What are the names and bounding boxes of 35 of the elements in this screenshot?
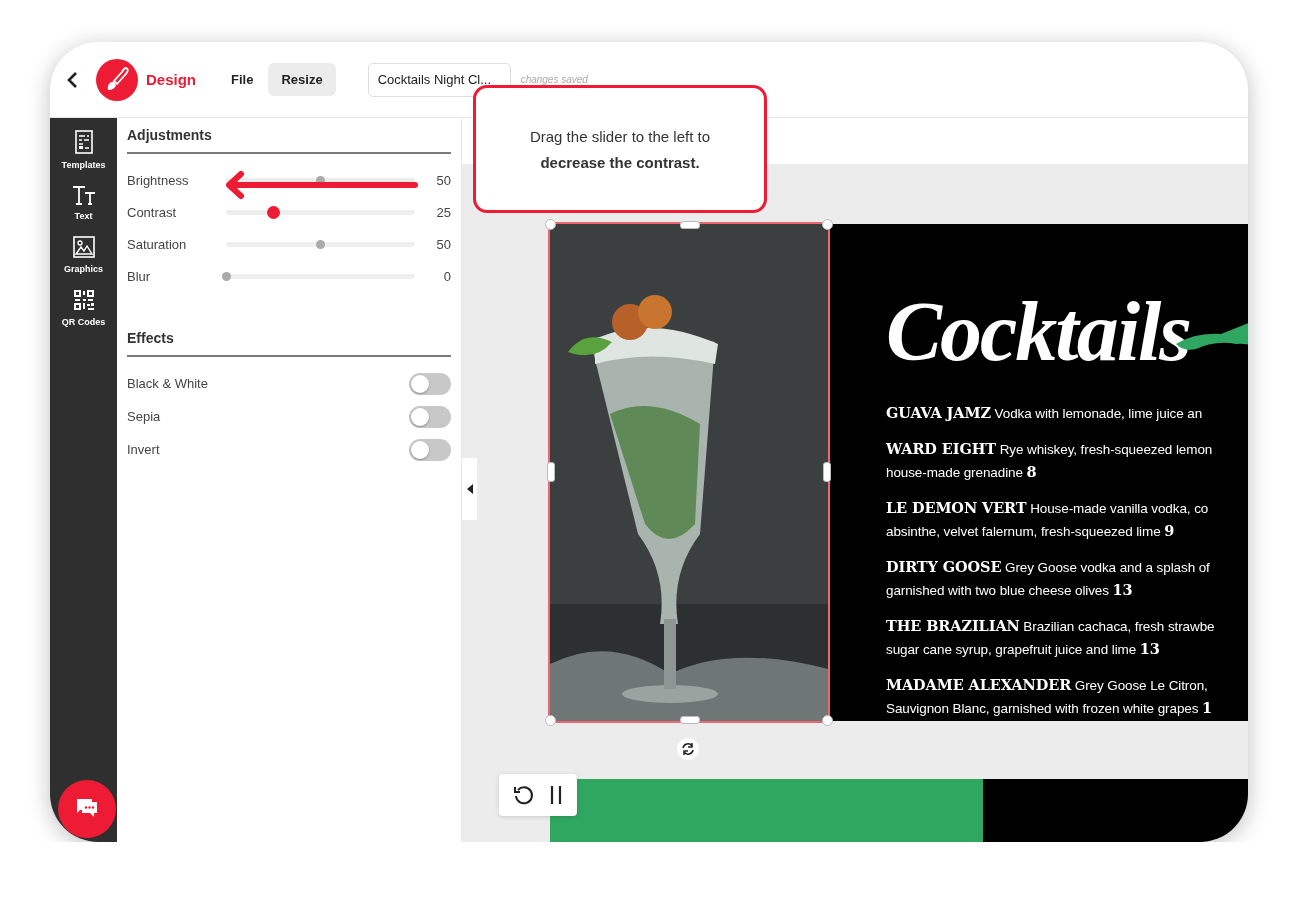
menu-item-text: WARD EIGHT Rye whiskey, fresh-squeezed lemon	[886, 439, 1214, 459]
toggle-label: Sepia	[127, 409, 162, 424]
slider-label: Brightness	[127, 172, 190, 188]
menu-item-text: garnished with two blue cheese olives 13	[886, 580, 1134, 600]
slider-value: 25	[435, 204, 451, 220]
menu-item-text: MADAME ALEXANDER Grey Goose Le Citron,	[886, 675, 1209, 695]
menu-button[interactable]: File	[218, 63, 267, 96]
menu-title: Cocktails	[886, 290, 1190, 374]
slider-label: Contrast	[127, 204, 178, 220]
slider-label: Blur	[127, 268, 152, 284]
instruction-callout: Drag the slider to the left to decrease the contrast.	[473, 85, 767, 213]
toggle-label: Black & White	[127, 376, 209, 391]
slider-value: 50	[435, 172, 451, 188]
menu-item-text: absinthe, velvet falernum, fresh-squeezed lime 9	[886, 521, 1176, 541]
toggle-label: Invert	[127, 442, 161, 457]
menu-item-text: GUAVA JAMZ Vodka with lemonade, lime juice an	[886, 403, 1204, 423]
sidebar-tool[interactable]: Text	[53, 185, 114, 221]
menu-item-text: THE BRAZILIAN Brazilian cachaca, fresh strawbe	[886, 616, 1216, 636]
menu-button[interactable]: Resize	[268, 63, 336, 96]
sidebar-tool[interactable]: Graphics	[53, 236, 114, 274]
sidebar-tool[interactable]: Templates	[53, 130, 114, 170]
slider-value: 0	[442, 268, 451, 284]
section-heading: Adjustments	[127, 127, 451, 154]
save-status: changes saved	[520, 74, 588, 85]
app-title: Design	[146, 71, 196, 88]
menu-item-text: DIRTY GOOSE Grey Goose vodka and a splash of	[886, 557, 1211, 577]
slider-value: 50	[435, 236, 451, 252]
section-heading: Effects	[127, 330, 451, 357]
menu-item-text: sugar cane syrup, grapefruit juice and lime 13	[886, 639, 1161, 659]
menu-item-text: house-made grenadine 8	[886, 462, 1038, 482]
slider-label: Saturation	[127, 236, 188, 252]
title-field[interactable]: Cocktails Night Cl...	[367, 62, 511, 97]
menu-item-text: LE DEMON VERT House-made vanilla vodka, co	[886, 498, 1210, 518]
menu-item-text: Sauvignon Blanc, garnished with frozen white grapes 1	[886, 698, 1213, 718]
sidebar-tool[interactable]: QR Codes	[53, 289, 114, 327]
